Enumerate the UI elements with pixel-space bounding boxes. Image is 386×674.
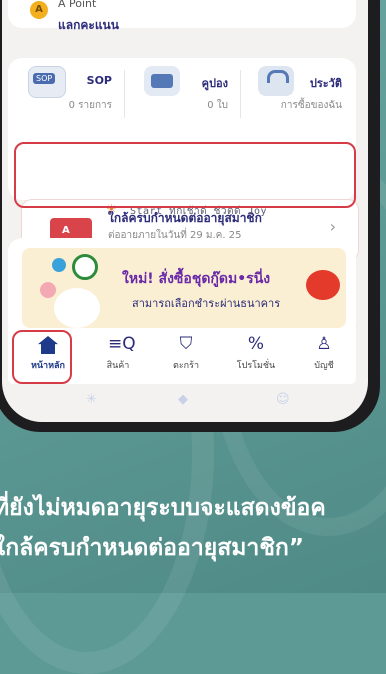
redeem-points-link[interactable]: แลกคะแนน bbox=[58, 16, 119, 35]
tab-promotion[interactable]: % โปรโมชั่น bbox=[226, 328, 286, 384]
mascot-icon bbox=[54, 288, 100, 328]
phone-frame: A A Point แลกคะแนน SOP SOP 0 รายการ คูปอ… bbox=[0, 0, 380, 432]
history-label: ประวัติ bbox=[309, 77, 342, 90]
coupon-icon bbox=[144, 66, 180, 96]
promo-banner[interactable]: ใหม่! สั่งซื้อชุดกู๊ดม•รนี่ง สามารถเลือก… bbox=[22, 248, 346, 328]
tab-promotion-label: โปรโมชั่น bbox=[236, 361, 276, 371]
mascot-badge-icon bbox=[72, 254, 98, 280]
sop-count: 0 รายการ bbox=[68, 100, 112, 111]
face-icon: ☺ bbox=[276, 392, 290, 407]
tab-cart-label: ตะกร้า bbox=[172, 361, 199, 371]
tab-products-label: สินค้า bbox=[106, 361, 130, 371]
decorative-strip: ✳ ◆ ☺ bbox=[8, 386, 356, 420]
history-sub: การซื้อของฉัน bbox=[280, 100, 342, 111]
cart-icon: ⛉ bbox=[179, 334, 193, 354]
divider bbox=[240, 70, 241, 118]
shopping-bag-icon bbox=[258, 66, 294, 96]
coupon-label: คูปอง bbox=[201, 77, 228, 90]
app-screen: A A Point แลกคะแนน SOP SOP 0 รายการ คูปอ… bbox=[2, 0, 368, 422]
tab-account[interactable]: ♙ บัญชี bbox=[294, 328, 354, 384]
mascot-badge-icon bbox=[52, 258, 66, 272]
user-icon: ♙ bbox=[316, 334, 332, 354]
promo-subtitle: สามารถเลือกชำระผ่านธนาคาร bbox=[132, 297, 281, 310]
coupon-count: 0 ใบ bbox=[207, 100, 228, 111]
sop-label: SOP bbox=[86, 74, 112, 87]
sop-icon: SOP bbox=[28, 66, 66, 98]
tab-products[interactable]: ≡Q สินค้า bbox=[88, 328, 148, 384]
a-point-title: A Point bbox=[58, 0, 97, 10]
lantern-icon bbox=[306, 270, 340, 300]
highlight-ring-home bbox=[12, 330, 72, 384]
search-list-icon: ≡Q bbox=[108, 334, 136, 354]
caption-line-1: ที่ยังไม่หมดอายุระบบจะแสดงข้อค bbox=[0, 495, 326, 521]
sop-button[interactable]: SOP SOP 0 รายการ bbox=[12, 58, 122, 128]
purchase-history-button[interactable]: ประวัติ การซื้อของฉัน bbox=[242, 58, 352, 128]
divider bbox=[124, 70, 125, 118]
caption-line-2: ใกล้ครบกำหนดต่ออายุสมาชิก” bbox=[0, 535, 304, 561]
highlight-ring-expiry bbox=[14, 142, 356, 208]
promo-headline: ใหม่! สั่งซื้อชุดกู๊ดม•รนี่ง bbox=[122, 271, 271, 287]
fish-icon: ◆ bbox=[178, 392, 188, 407]
star-icon: ✳ bbox=[86, 392, 97, 407]
coupon-button[interactable]: คูปอง 0 ใบ bbox=[128, 58, 238, 128]
mascot-icon bbox=[40, 282, 56, 298]
percent-icon: % bbox=[247, 334, 265, 354]
tab-account-label: บัญชี bbox=[314, 361, 334, 371]
caption-text: ที่ยังไม่หมดอายุระบบจะแสดงข้อค ใกล้ครบกำ… bbox=[0, 488, 386, 568]
a-point-coin-icon: A bbox=[30, 1, 48, 19]
tab-cart[interactable]: ⛉ ตะกร้า bbox=[156, 328, 216, 384]
